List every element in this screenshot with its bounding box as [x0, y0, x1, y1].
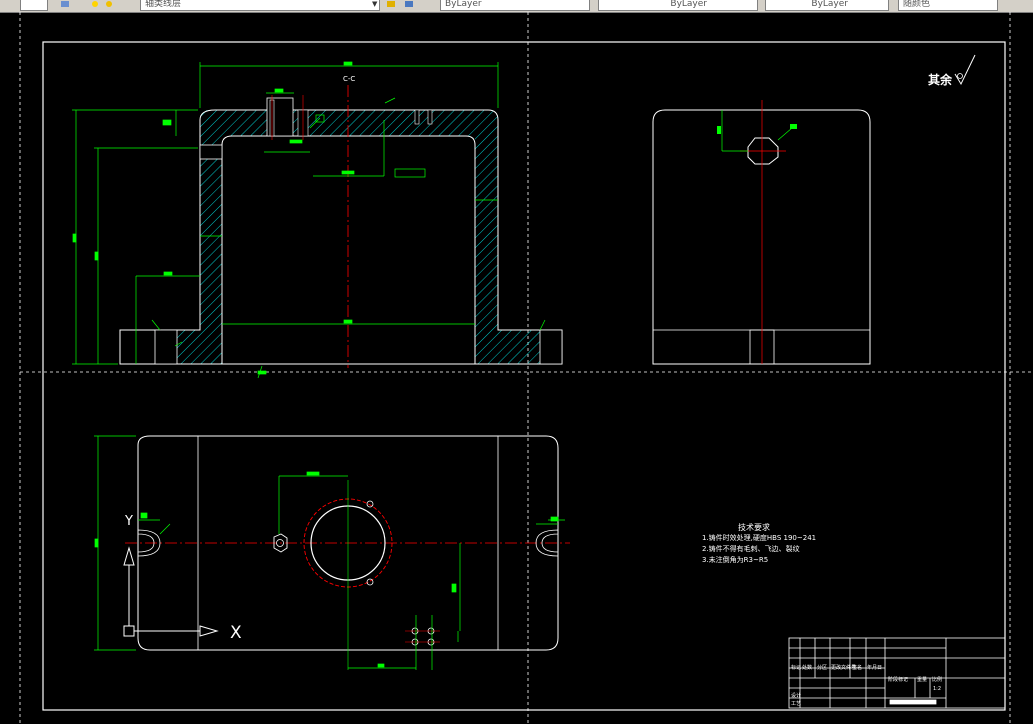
layer-dropdown-value: 轴类线层: [145, 0, 182, 9]
title-block-label-stage: 阶段标记: [888, 677, 909, 683]
title-block-label-signature: 签名: [852, 665, 863, 671]
roughness-note: 其余: [928, 54, 976, 87]
title-block-label-scale: 比例: [932, 677, 943, 683]
title-block-label-count: 处数: [802, 665, 813, 671]
technical-requirement-item: 1.铸件时效处理,硬度HBS 190~241: [702, 534, 817, 542]
title-block-label-designer: 设计: [791, 693, 802, 699]
title-block-label-mark: 标记: [791, 665, 802, 671]
ucs-x-label: X: [230, 623, 242, 643]
plotstyle-control-dropdown[interactable]: 随颜色: [898, 0, 998, 11]
section-label: C-C: [343, 75, 355, 83]
technical-requirement-item: 2.铸件不得有毛刺、飞边、裂纹: [702, 545, 800, 553]
linetype-control-dropdown[interactable]: ByLayer: [598, 0, 758, 11]
chevron-down-icon[interactable]: ▼: [372, 0, 377, 8]
viewport-borders: [19, 12, 1033, 724]
lineweight-control-value: ByLayer: [811, 0, 848, 9]
toolbar-button-group[interactable]: [20, 0, 48, 11]
technical-requirements-title: 技术要求: [738, 523, 770, 532]
title-block-label-zone: 分区: [817, 665, 828, 671]
section-inner-outline: [221, 135, 476, 364]
lineweight-control-dropdown[interactable]: ByLayer: [765, 0, 889, 11]
side-view: [652, 100, 871, 365]
technical-requirement-item: 3.未注倒角为R3~R5: [702, 556, 769, 564]
top-view-dimensions: [94, 435, 565, 670]
plotstyle-control-value: 随颜色: [903, 0, 931, 9]
sun-icon[interactable]: [104, 0, 114, 8]
title-block-label-process: 工艺: [791, 701, 802, 707]
make-layer-current-icon[interactable]: [386, 0, 396, 8]
section-dimensions: [72, 61, 546, 379]
drawing-frame: [42, 41, 1006, 711]
light-bulb-icon[interactable]: [90, 0, 100, 8]
title-block-label-weight: 重量: [917, 677, 928, 683]
color-control-value: ByLayer: [445, 0, 482, 9]
layer-dropdown[interactable]: 轴类线层: [140, 0, 380, 11]
drawing-canvas[interactable]: C-C 其余 Y X: [0, 12, 1033, 724]
ucs-y-label: Y: [124, 514, 133, 529]
linetype-control-value: ByLayer: [670, 0, 707, 9]
title-block-label-date: 年月日: [867, 665, 883, 671]
title-block: [788, 637, 1006, 709]
color-control-dropdown[interactable]: ByLayer: [440, 0, 590, 11]
roughness-note-text: 其余: [928, 72, 953, 87]
technical-requirements: 技术要求 1.铸件时效处理,硬度HBS 190~241 2.铸件不得有毛刺、飞边…: [702, 522, 816, 566]
layer-previous-icon[interactable]: [404, 0, 414, 8]
layer-icon[interactable]: [60, 0, 70, 8]
title-block-scale-value: 1:2: [933, 686, 942, 692]
top-view: [125, 435, 570, 670]
